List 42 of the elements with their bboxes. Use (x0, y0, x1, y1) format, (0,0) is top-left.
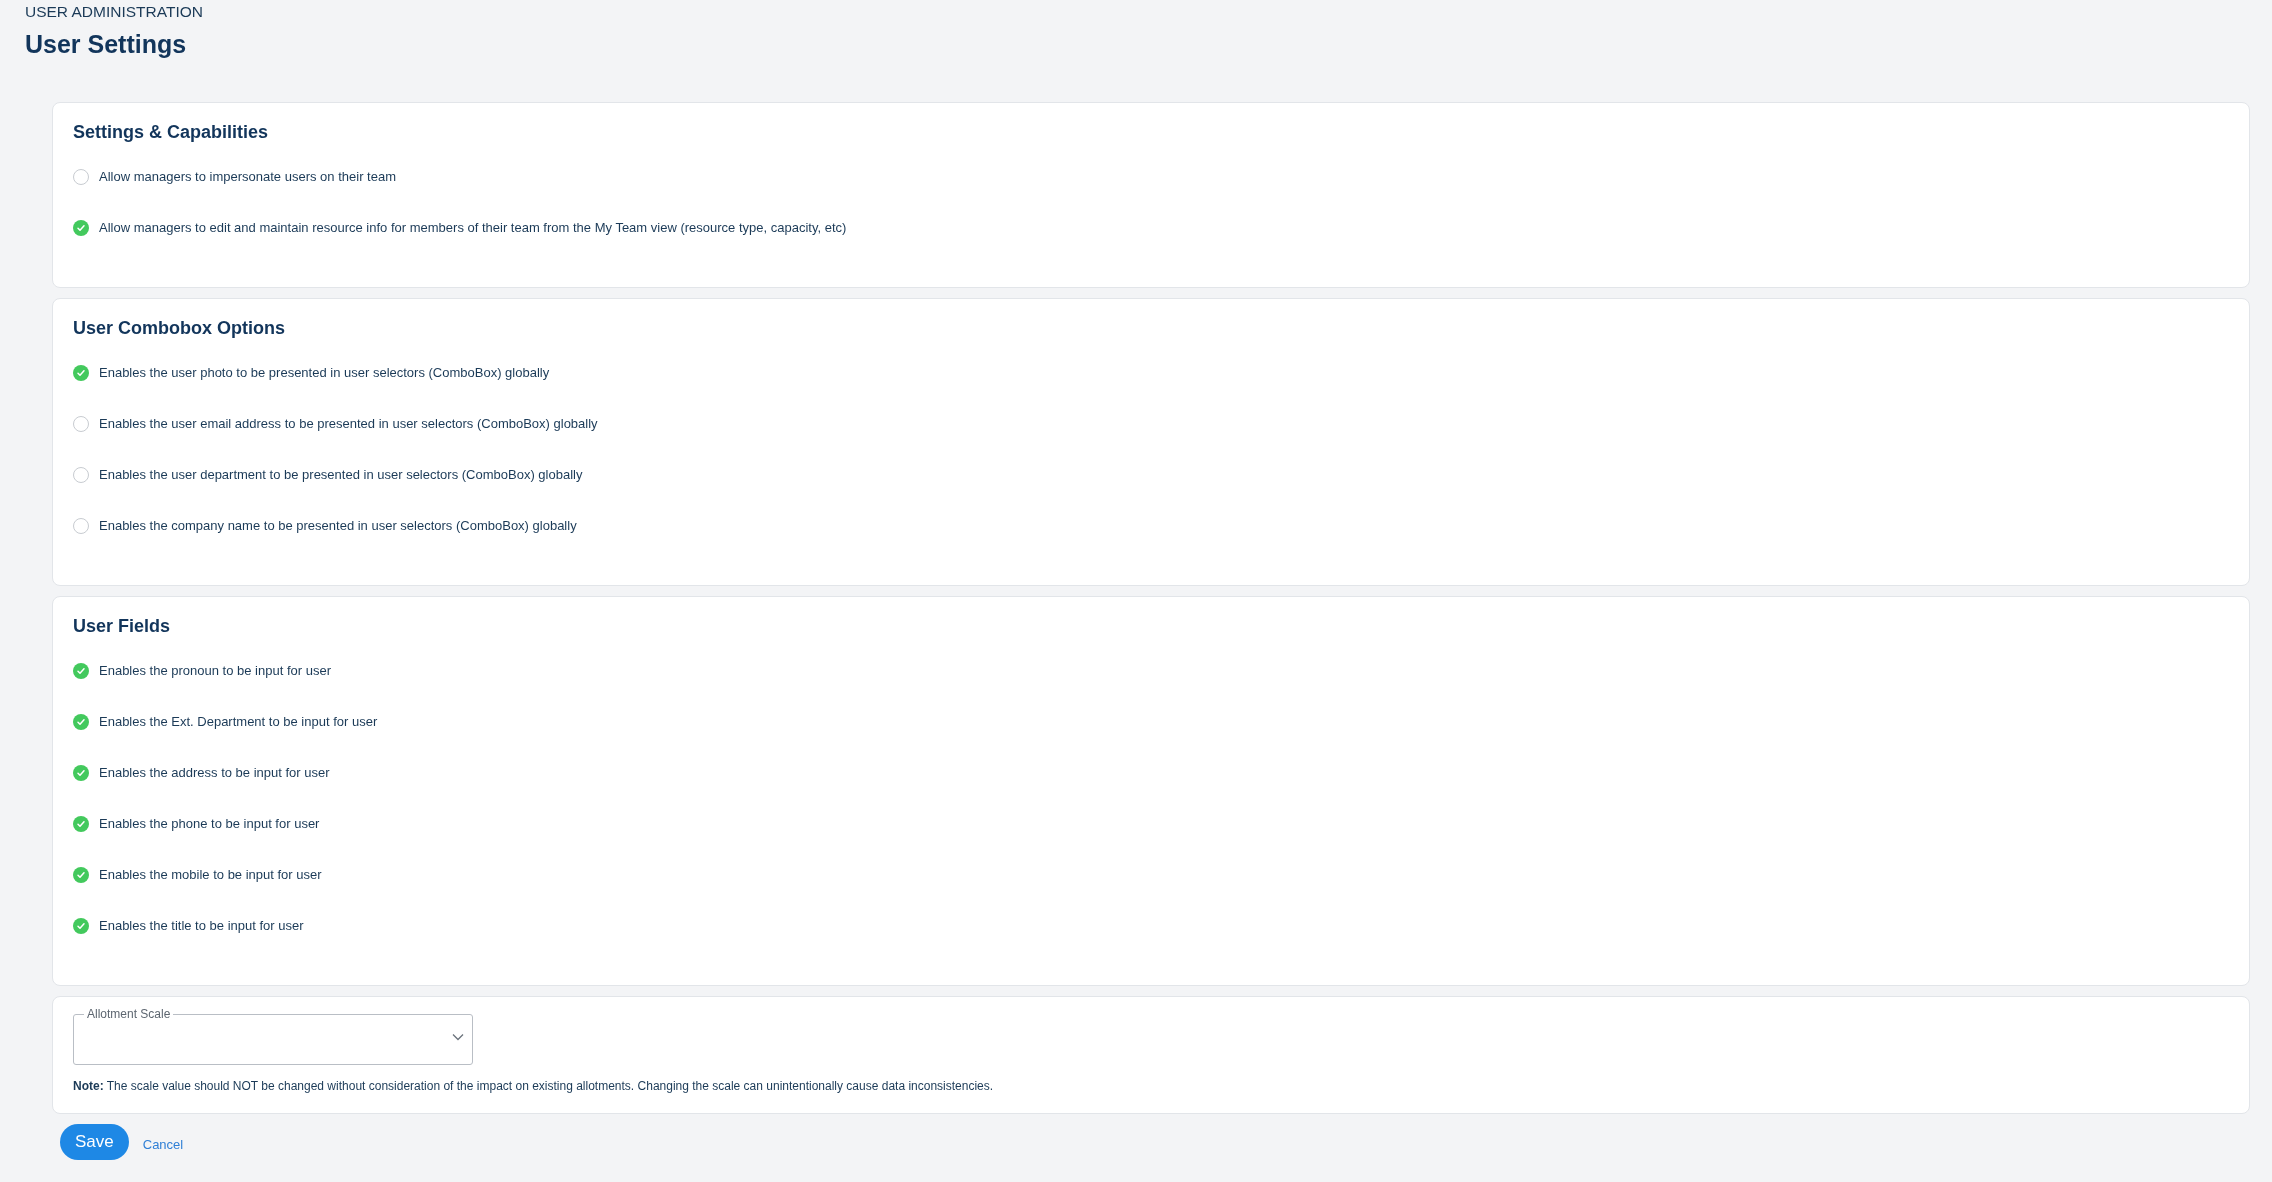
checkmark-icon (76, 920, 86, 931)
option-label: Enables the user photo to be presented in user selectors (ComboBox) globally (99, 365, 550, 380)
checkbox[interactable] (73, 219, 89, 236)
allotment-scale-select[interactable]: Allotment Scale (73, 1007, 473, 1065)
option-label: Enables the user department to be presented in user selectors (ComboBox) globally (99, 467, 583, 482)
chevron-down-icon (452, 1033, 464, 1041)
checkbox[interactable] (73, 764, 89, 781)
checkbox[interactable] (73, 866, 89, 883)
checkmark-icon (76, 716, 86, 727)
checkbox[interactable] (73, 917, 89, 934)
note-text: Note: The scale value should NOT be changed without consideration of the impact on existing allotments. Changing the scale can unintentionally cause data inconsistencies. (73, 1079, 995, 1093)
option-label: Enables the user email address to be presented in user selectors (ComboBox) globally (99, 416, 598, 431)
checkbox[interactable] (73, 713, 89, 730)
option-label: Allow managers to edit and maintain resource info for members of their team from the My Team view (resource type, capacity, etc) (99, 220, 847, 235)
option-label: Enables the phone to be input for user (99, 816, 320, 831)
checkbox[interactable] (73, 168, 89, 185)
option-label: Enables the company name to be presented in user selectors (ComboBox) globally (99, 518, 577, 533)
checkmark-icon (76, 869, 86, 880)
checkbox[interactable] (73, 517, 89, 534)
save-button[interactable]: Save (60, 1124, 129, 1160)
page-title: User Settings (25, 29, 187, 60)
option-label: Enables the Ext. Department to be input for user (99, 714, 378, 729)
checkmark-icon (76, 222, 86, 233)
option-label: Enables the pronoun to be input for user (99, 663, 331, 678)
checkbox[interactable] (73, 662, 89, 679)
checkmark-icon (76, 818, 86, 829)
section-heading: User Fields (73, 615, 171, 638)
option-label: Enables the address to be input for user (99, 765, 330, 780)
checkbox[interactable] (73, 466, 89, 483)
checkmark-icon (76, 767, 86, 778)
checkbox[interactable] (73, 815, 89, 832)
checkbox[interactable] (73, 415, 89, 432)
option-label: Allow managers to impersonate users on their team (99, 169, 396, 184)
option-label: Enables the mobile to be input for user (99, 867, 322, 882)
checkmark-icon (76, 665, 86, 676)
section-heading: User Combobox Options (73, 317, 285, 340)
checkmark-icon (76, 367, 86, 378)
checkbox[interactable] (73, 364, 89, 381)
option-label: Enables the title to be input for user (99, 918, 304, 933)
cancel-link[interactable]: Cancel (142, 1136, 184, 1152)
section-heading: Settings & Capabilities (73, 121, 269, 144)
breadcrumb: USER ADMINISTRATION (25, 2, 203, 22)
